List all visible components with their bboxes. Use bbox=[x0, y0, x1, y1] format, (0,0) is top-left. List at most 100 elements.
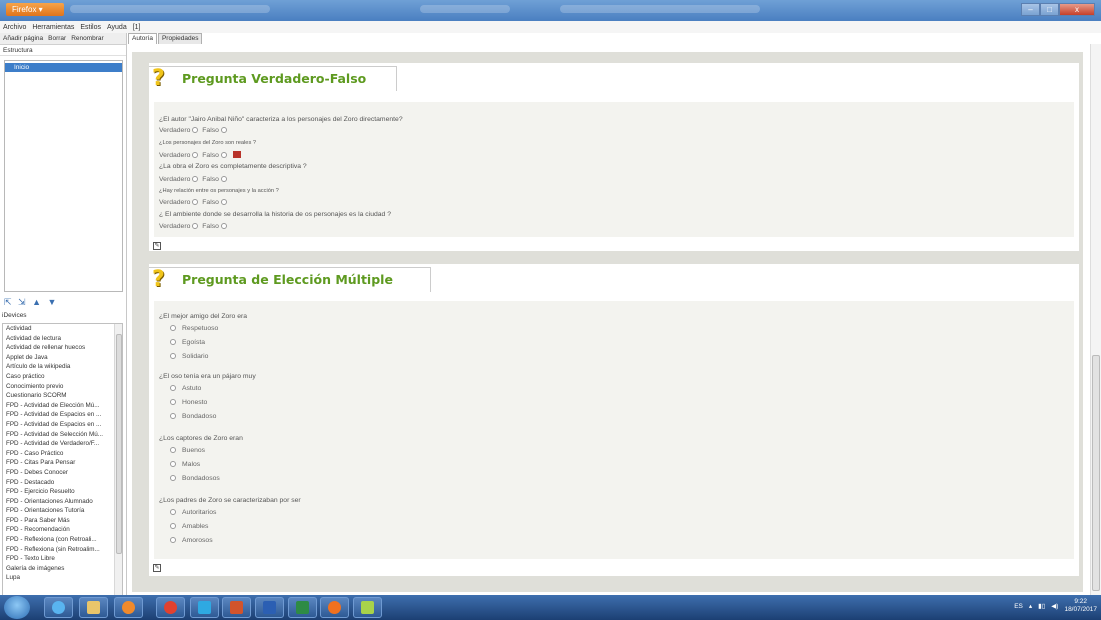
false-radio[interactable] bbox=[220, 176, 227, 182]
clock[interactable]: 9:22 18/07/2017 bbox=[1064, 598, 1097, 614]
mc-option[interactable]: Bondadosos bbox=[168, 475, 220, 482]
mc-option[interactable]: Bondadoso bbox=[168, 413, 216, 420]
list-item[interactable]: Actividad de lectura bbox=[3, 334, 115, 344]
list-item[interactable]: FPD - Reflexiona (con Retroali... bbox=[3, 535, 115, 545]
tab-autoria[interactable]: Autoría bbox=[128, 33, 157, 44]
powerpoint-icon[interactable] bbox=[222, 597, 251, 618]
menu-estilos[interactable]: Estilos bbox=[80, 24, 101, 31]
mc-option[interactable]: Malos bbox=[168, 461, 200, 468]
mc-option[interactable]: Honesto bbox=[168, 399, 207, 406]
mc-option[interactable]: Solidario bbox=[168, 353, 208, 360]
maximize-button[interactable]: □ bbox=[1040, 3, 1059, 16]
list-item[interactable]: FPD - Orientaciones Alumnado bbox=[3, 497, 115, 507]
menu-ayuda[interactable]: Ayuda bbox=[107, 24, 127, 31]
list-item[interactable]: Conocimiento previo bbox=[3, 382, 115, 392]
false-radio[interactable] bbox=[220, 223, 227, 229]
edit-icon[interactable]: ✎ bbox=[153, 564, 161, 572]
close-button[interactable]: x bbox=[1059, 3, 1095, 16]
option-radio[interactable] bbox=[170, 339, 176, 345]
main-scrollbar[interactable] bbox=[1090, 44, 1101, 595]
option-radio[interactable] bbox=[170, 413, 176, 419]
list-item[interactable]: FPD - Debes Conocer bbox=[3, 468, 115, 478]
feedback-icon[interactable] bbox=[232, 151, 241, 158]
delete-button[interactable]: Borrar bbox=[48, 35, 66, 42]
node-move-arrows[interactable]: ⇱ ⇲ ▲ ▼ bbox=[4, 297, 58, 308]
list-item[interactable]: FPD - Citas Para Pensar bbox=[3, 458, 115, 468]
skype-icon[interactable] bbox=[190, 597, 219, 618]
option-radio[interactable] bbox=[170, 509, 176, 515]
mc-option[interactable]: Amorosos bbox=[168, 537, 213, 544]
chrome-icon[interactable] bbox=[156, 597, 185, 618]
mc-option[interactable]: Respetuoso bbox=[168, 325, 218, 332]
firefox-icon[interactable] bbox=[320, 597, 349, 618]
list-item[interactable]: FPD - Actividad de Espacios en ... bbox=[3, 420, 115, 430]
media-player-icon[interactable] bbox=[114, 597, 143, 618]
list-item[interactable]: FPD - Para Saber Más bbox=[3, 516, 115, 526]
list-item[interactable]: Caso práctico bbox=[3, 372, 115, 382]
list-item[interactable]: FPD - Reflexiona (sin Retroalim... bbox=[3, 545, 115, 555]
menu-archivo[interactable]: Archivo bbox=[3, 24, 26, 31]
menu-herramientas[interactable]: Herramientas bbox=[32, 24, 74, 31]
option-radio[interactable] bbox=[170, 353, 176, 359]
add-page-button[interactable]: Añadir página bbox=[3, 35, 43, 42]
explorer-icon[interactable] bbox=[79, 597, 108, 618]
tree-item-inicio[interactable]: Inicio bbox=[5, 63, 122, 72]
menu-debug[interactable]: [1] bbox=[133, 24, 141, 31]
true-radio[interactable] bbox=[192, 152, 199, 158]
true-radio[interactable] bbox=[192, 223, 199, 229]
scrollbar-thumb[interactable] bbox=[116, 334, 122, 554]
false-radio[interactable] bbox=[220, 127, 227, 133]
ie-icon[interactable] bbox=[44, 597, 73, 618]
option-radio[interactable] bbox=[170, 523, 176, 529]
language-indicator[interactable]: ES bbox=[1014, 603, 1023, 610]
list-item[interactable]: Galería de imágenes bbox=[3, 564, 115, 574]
list-item[interactable]: FPD - Actividad de Verdadero/F... bbox=[3, 439, 115, 449]
mc-option[interactable]: Amables bbox=[168, 523, 208, 530]
list-item[interactable]: Lupa bbox=[3, 573, 115, 583]
exe-learning-icon[interactable] bbox=[353, 597, 382, 618]
edit-icon[interactable]: ✎ bbox=[153, 242, 161, 250]
list-item[interactable]: FPD - Orientaciones Tutoría bbox=[3, 506, 115, 516]
true-radio[interactable] bbox=[192, 127, 199, 133]
option-radio[interactable] bbox=[170, 385, 176, 391]
idevices-list[interactable]: Actividad Actividad de lectura Actividad… bbox=[2, 323, 123, 620]
excel-icon[interactable] bbox=[288, 597, 317, 618]
option-radio[interactable] bbox=[170, 461, 176, 467]
list-item[interactable]: FPD - Actividad de Selección Mú... bbox=[3, 430, 115, 440]
true-radio[interactable] bbox=[192, 199, 199, 205]
option-radio[interactable] bbox=[170, 475, 176, 481]
option-radio[interactable] bbox=[170, 325, 176, 331]
volume-icon[interactable]: ◀) bbox=[1051, 602, 1058, 610]
list-item[interactable]: FPD - Actividad de Espacios en ... bbox=[3, 410, 115, 420]
network-icon[interactable]: ▮▯ bbox=[1038, 602, 1045, 610]
false-radio[interactable] bbox=[220, 199, 227, 205]
list-item[interactable]: Cuestionario SCORM bbox=[3, 391, 115, 401]
true-radio[interactable] bbox=[192, 176, 199, 182]
list-item[interactable]: Applet de Java bbox=[3, 353, 115, 363]
list-item[interactable]: Artículo de la wikipedia bbox=[3, 362, 115, 372]
list-item[interactable]: FPD - Actividad de Elección Mú... bbox=[3, 401, 115, 411]
tab-propiedades[interactable]: Propiedades bbox=[157, 33, 203, 44]
word-icon[interactable] bbox=[255, 597, 284, 618]
rename-button[interactable]: Renombrar bbox=[71, 35, 104, 42]
option-radio[interactable] bbox=[170, 537, 176, 543]
idevices-scrollbar[interactable] bbox=[114, 324, 122, 620]
minimize-button[interactable]: – bbox=[1021, 3, 1040, 16]
list-item[interactable]: FPD - Ejercicio Resuelto bbox=[3, 487, 115, 497]
tray-arrow-icon[interactable]: ▴ bbox=[1029, 602, 1032, 610]
start-button[interactable] bbox=[4, 596, 30, 619]
false-radio[interactable] bbox=[220, 152, 227, 158]
list-item[interactable]: FPD - Texto Libre bbox=[3, 554, 115, 564]
list-item[interactable]: FPD - Caso Práctico bbox=[3, 449, 115, 459]
list-item[interactable]: Actividad de rellenar huecos bbox=[3, 343, 115, 353]
structure-tree[interactable]: Inicio bbox=[4, 60, 123, 292]
mc-option[interactable]: Astuto bbox=[168, 385, 201, 392]
list-item[interactable]: FPD - Recomendación bbox=[3, 525, 115, 535]
option-radio[interactable] bbox=[170, 399, 176, 405]
mc-option[interactable]: Egoísta bbox=[168, 339, 205, 346]
list-item[interactable]: FPD - Destacado bbox=[3, 478, 115, 488]
mc-option[interactable]: Autoritarios bbox=[168, 509, 216, 516]
list-item[interactable]: Actividad bbox=[3, 324, 115, 334]
firefox-menu-button[interactable]: Firefox ▾ bbox=[6, 3, 64, 16]
option-radio[interactable] bbox=[170, 447, 176, 453]
